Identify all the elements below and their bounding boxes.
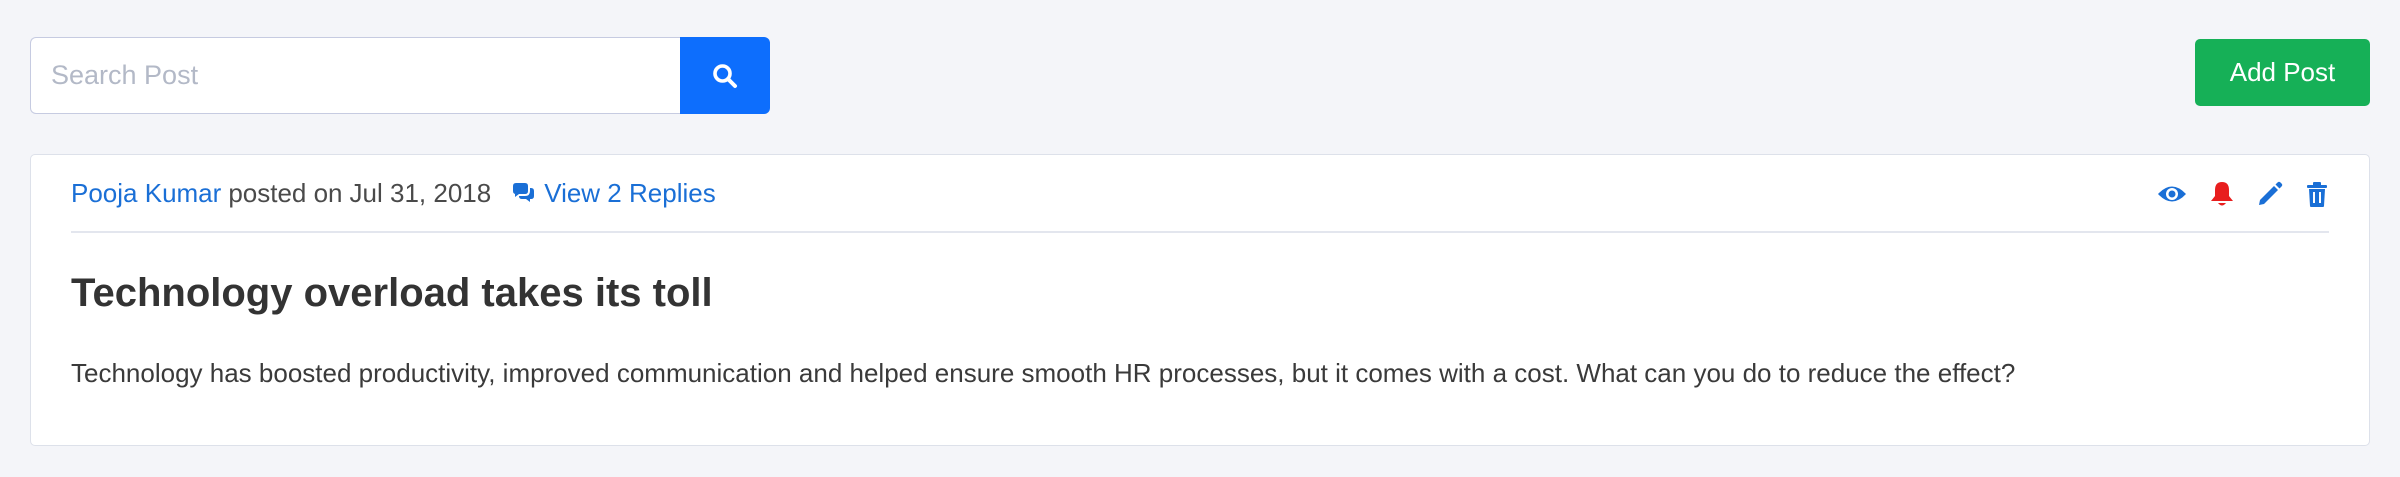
eye-icon[interactable] xyxy=(2157,183,2187,205)
post-date: Jul 31, 2018 xyxy=(349,177,492,208)
post-card: Pooja Kumar posted on Jul 31, 2018 View … xyxy=(30,154,2370,446)
search-button[interactable] xyxy=(680,37,770,114)
add-post-button[interactable]: Add Post xyxy=(2195,39,2370,106)
search-icon xyxy=(711,62,739,90)
view-replies-link[interactable]: View 2 Replies xyxy=(511,178,716,209)
post-body: Technology has boosted productivity, imp… xyxy=(71,358,2016,388)
page: Add Post Pooja Kumar posted on Jul 31, 2… xyxy=(0,0,2400,477)
posted-prefix: posted on xyxy=(228,177,343,208)
bell-icon[interactable] xyxy=(2209,180,2235,208)
pencil-icon[interactable] xyxy=(2257,181,2283,207)
comments-icon xyxy=(511,182,544,204)
post-actions xyxy=(2157,180,2329,208)
view-replies-label: View 2 Replies xyxy=(544,177,716,208)
search-group xyxy=(30,37,770,114)
author-link[interactable]: Pooja Kumar xyxy=(71,178,221,209)
post-title: Technology overload takes its toll xyxy=(71,271,713,315)
trash-icon[interactable] xyxy=(2305,181,2329,208)
search-input[interactable] xyxy=(30,37,680,114)
post-header: Pooja Kumar posted on Jul 31, 2018 View … xyxy=(71,155,2329,233)
